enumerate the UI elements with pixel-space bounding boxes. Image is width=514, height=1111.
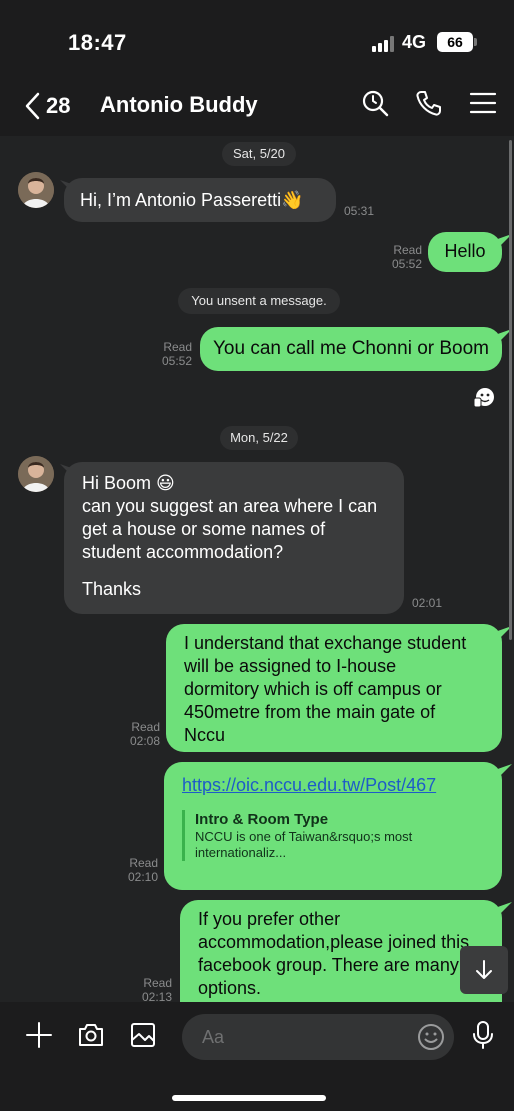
arrow-down-icon <box>476 960 492 979</box>
input-bar <box>0 1002 514 1111</box>
avatar-image <box>18 172 54 208</box>
phone-icon <box>416 91 441 116</box>
message-bubble-outgoing[interactable]: Hello <box>428 232 502 272</box>
microphone-icon <box>473 1021 493 1049</box>
read-receipt: Read <box>143 976 172 990</box>
message-line: If you prefer other <box>198 909 341 929</box>
date-separator: Sat, 5/20 <box>222 142 296 166</box>
message-time: 02:01 <box>412 596 443 610</box>
message-time: 02:13 <box>141 990 172 1002</box>
avatar[interactable] <box>18 456 54 492</box>
message-bubble-outgoing[interactable]: You can call me Chonni or Boom <box>200 327 502 371</box>
menu-icon <box>469 92 497 114</box>
search-button[interactable] <box>360 88 390 118</box>
search-icon <box>362 90 389 117</box>
unread-count: 28 <box>46 93 71 118</box>
scroll-to-bottom-button[interactable] <box>460 946 508 994</box>
message-line: get a house or some names of <box>82 519 326 539</box>
message-bubble-link[interactable]: https://oic.nccu.edu.tw/Post/467 Intro &… <box>164 762 502 890</box>
battery-icon: 66 <box>437 32 473 52</box>
signal-icon <box>372 36 394 52</box>
message-line: student accommodation? <box>82 542 284 562</box>
network-label: 4G <box>402 32 427 52</box>
call-button[interactable] <box>414 88 444 118</box>
message-line: dormitory which is off campus or <box>184 679 442 699</box>
voice-button[interactable] <box>468 1020 498 1050</box>
message-line: facebook group. There are many <box>198 955 459 975</box>
home-indicator[interactable] <box>172 1095 326 1101</box>
chat-header: 28 Antonio Buddy <box>0 76 514 136</box>
system-notice: You unsent a message. <box>178 288 340 314</box>
message-line: 450metre from the main gate of <box>184 702 436 722</box>
message-bubble-incoming[interactable]: Hi, I’m Antonio Passeretti👋 <box>64 178 336 222</box>
chat-screen: 18:47 4G 66 28 Antonio Buddy Sat, 5/20 H… <box>0 0 514 1111</box>
message-line: can you suggest an area where I can <box>82 496 378 516</box>
link-preview-description: NCCU is one of Taiwan&rsquo;s most <box>195 829 413 844</box>
date-separator: Mon, 5/22 <box>220 426 298 450</box>
message-line: Thanks <box>82 579 142 599</box>
message-line: I understand that exchange student <box>184 633 467 653</box>
camera-button[interactable] <box>76 1020 106 1050</box>
read-receipt: Read <box>163 340 192 354</box>
message-time: 05:52 <box>391 257 422 271</box>
status-bar: 18:47 4G 66 <box>0 0 514 88</box>
read-receipt: Read <box>131 720 160 734</box>
message-line: options. <box>198 978 262 998</box>
status-time: 18:47 <box>68 30 127 55</box>
camera-icon <box>79 1024 103 1046</box>
message-list[interactable]: Sat, 5/20 Hi, I’m Antonio Passeretti👋 05… <box>0 136 514 1002</box>
battery-cap <box>474 38 477 46</box>
message-bubble-incoming[interactable]: Hi Boom 😃 can you suggest an area where … <box>64 462 404 614</box>
image-icon <box>131 1023 155 1047</box>
message-time: 02:08 <box>129 734 160 748</box>
plus-icon <box>26 1022 52 1048</box>
message-bubble-outgoing[interactable]: If you prefer other accommodation,please… <box>180 900 502 1002</box>
message-time: 05:31 <box>344 204 375 218</box>
menu-button[interactable] <box>468 88 498 118</box>
message-line: will be assigned to I-house <box>184 656 397 676</box>
read-receipt: Read <box>393 243 422 257</box>
message-line: Hi Boom 😃 <box>82 473 175 493</box>
emoji-icon <box>418 1024 444 1050</box>
message-time: 05:52 <box>161 354 192 368</box>
message-line: accommodation,please joined this <box>198 932 470 952</box>
message-link[interactable]: https://oic.nccu.edu.tw/Post/467 <box>182 774 436 797</box>
avatar[interactable] <box>18 172 54 208</box>
message-bubble-outgoing[interactable]: I understand that exchange student will … <box>166 624 502 752</box>
add-button[interactable] <box>24 1020 54 1050</box>
read-receipt: Read <box>129 856 158 870</box>
chat-title: Antonio Buddy <box>100 92 258 117</box>
avatar-image <box>18 456 54 492</box>
gallery-button[interactable] <box>128 1020 158 1050</box>
chevron-left-icon <box>25 92 40 120</box>
emoji-button[interactable] <box>416 1022 446 1052</box>
link-preview-description: internationaliz... <box>195 845 287 860</box>
message-line: Nccu <box>184 725 226 745</box>
message-input[interactable] <box>182 1014 454 1060</box>
link-preview-title: Intro & Room Type <box>195 811 329 828</box>
message-time: 02:10 <box>127 870 158 884</box>
back-button[interactable]: 28 <box>24 90 84 122</box>
link-preview[interactable]: Intro & Room Type NCCU is one of Taiwan&… <box>182 810 482 861</box>
scrollbar[interactable] <box>509 140 512 640</box>
reaction-sticker-icon[interactable] <box>472 386 496 410</box>
